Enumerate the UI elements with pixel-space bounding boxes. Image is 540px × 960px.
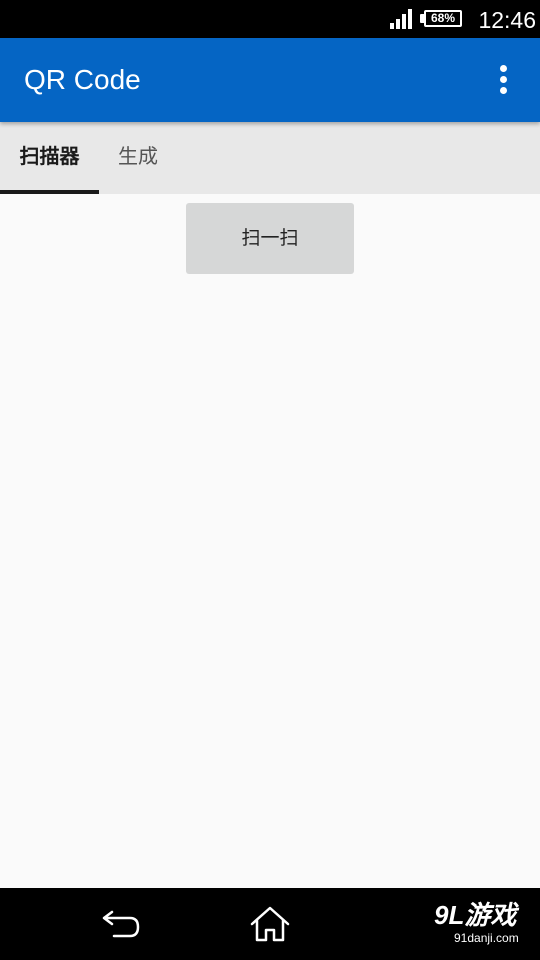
battery-percent: 68% xyxy=(430,11,456,25)
overflow-dot xyxy=(500,87,507,94)
navigation-bar: 9L游戏 91danji.com xyxy=(0,888,540,960)
overflow-dot xyxy=(500,65,507,72)
scan-button[interactable]: 扫一扫 xyxy=(186,203,354,274)
watermark-url: 91danji.com xyxy=(454,931,519,945)
more-vert-icon[interactable] xyxy=(484,58,524,102)
tab-generate[interactable]: 生成 xyxy=(99,122,177,194)
back-icon[interactable] xyxy=(98,908,144,942)
home-icon[interactable] xyxy=(248,904,292,944)
tab-scanner[interactable]: 扫描器 xyxy=(0,122,99,194)
watermark-logo: 9L游戏 xyxy=(434,900,517,930)
app-bar: QR Code xyxy=(0,38,540,122)
tab-bar: 扫描器 生成 xyxy=(0,122,540,194)
status-bar: 68% 12:46 xyxy=(0,0,540,38)
screen: 68% 12:46 QR Code 扫描器 生成 扫一扫 9L游戏 91danj… xyxy=(0,0,540,960)
tab-indicator xyxy=(0,190,99,194)
watermark: 9L游戏 91danji.com xyxy=(430,898,530,958)
status-time: 12:46 xyxy=(478,7,536,33)
battery-icon: 68% xyxy=(424,10,462,27)
overflow-dot xyxy=(500,76,507,83)
signal-icon xyxy=(390,9,412,29)
app-title: QR Code xyxy=(24,64,141,95)
